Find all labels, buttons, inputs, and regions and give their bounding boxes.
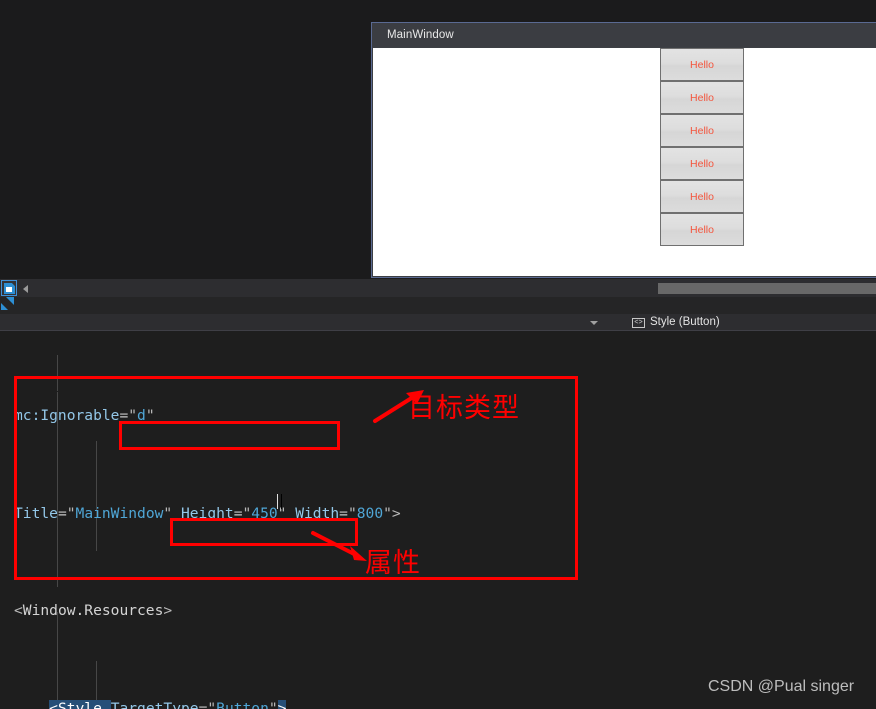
token-equals: = [57, 504, 67, 522]
preview-button-6[interactable]: Hello [660, 213, 744, 246]
token-quote: " [268, 700, 278, 709]
mainwindow-titlebar: MainWindow [372, 23, 876, 47]
token-value: Button [216, 700, 269, 709]
token-punct: < [49, 700, 58, 709]
chevron-down-icon[interactable] [590, 321, 598, 325]
preview-button-label: Hello [690, 91, 714, 104]
mainwindow-client-area: Hello Hello Hello Hello Hello Hello [373, 48, 876, 276]
token-attr: Width [295, 504, 340, 522]
token-quote: " [163, 504, 181, 522]
code-line[interactable]: mc:Ignorable="d" [0, 404, 876, 428]
token-quote: " [347, 504, 357, 522]
code-line[interactable]: <Window.Resources> [0, 599, 876, 623]
code-line[interactable]: <Style TargetType="Button"> [0, 697, 876, 709]
token-quote: " [207, 700, 217, 709]
token-value: MainWindow [75, 504, 164, 522]
preview-button-label: Hello [690, 157, 714, 170]
token-punct: > [163, 602, 173, 620]
code-line[interactable]: Title="MainWindow" Height="450" Width="8… [0, 502, 876, 526]
splitter-secondary-strip[interactable] [0, 297, 876, 314]
token-equals: = [339, 504, 348, 522]
token-value: 800 [356, 504, 384, 522]
designer-splitter-strip [0, 279, 876, 297]
token-attr: Title [14, 504, 58, 522]
arrow-up-right-icon [6, 297, 14, 305]
arrow-down-left-icon [1, 303, 8, 310]
mainwindow-title: MainWindow [387, 29, 454, 41]
token-equals: = [119, 407, 129, 425]
app-root: MainWindow Hello Hello Hello Hello Hello… [0, 0, 876, 709]
xaml-designer-surface[interactable]: MainWindow Hello Hello Hello Hello Hello… [0, 0, 876, 281]
token-quote: " [128, 407, 138, 425]
context-selector-label[interactable]: Style (Button) [650, 316, 720, 328]
token-quote: " [145, 407, 155, 425]
designer-horizontal-scrollbar[interactable] [33, 283, 876, 294]
editor-context-bar: <> Style (Button) [0, 314, 876, 331]
token-quote: " [277, 504, 296, 522]
code-lines[interactable]: mc:Ignorable="d" Title="MainWindow" Heig… [0, 331, 876, 709]
token-value: d [137, 407, 146, 425]
token-tag: Window.Resources [22, 602, 164, 620]
preview-button-5[interactable]: Hello [660, 180, 744, 213]
preview-button-label: Hello [690, 190, 714, 203]
preview-button-label: Hello [690, 223, 714, 236]
token-space [101, 700, 111, 709]
scroll-left-button[interactable] [19, 282, 32, 295]
split-pane-icon [4, 283, 15, 294]
token-attr: mc:Ignorable [14, 407, 120, 425]
token-tag: Style [57, 700, 102, 709]
chevron-left-icon [23, 285, 28, 293]
token-punct: > [391, 504, 401, 522]
stackpanel-container: Hello Hello Hello Hello Hello Hello [660, 48, 744, 246]
designer-pane-toggle-icon[interactable] [1, 280, 17, 296]
expand-collapse-icon[interactable] [1, 297, 15, 311]
token-value: 450 [251, 504, 278, 522]
preview-button-4[interactable]: Hello [660, 147, 744, 180]
token-attr: TargetType [110, 700, 199, 709]
token-punct: > [277, 700, 287, 709]
token-punct: < [14, 602, 23, 620]
token-equals: = [233, 504, 243, 522]
token-quote: " [383, 504, 392, 522]
preview-button-3[interactable]: Hello [660, 114, 744, 147]
preview-button-1[interactable]: Hello [660, 48, 744, 81]
token-attr: Height [180, 504, 234, 522]
token-quote: " [242, 504, 252, 522]
code-brackets-icon: <> [632, 318, 645, 328]
xaml-code-editor[interactable]: mc:Ignorable="d" Title="MainWindow" Heig… [0, 331, 876, 709]
token-quote: " [66, 504, 76, 522]
scrollbar-thumb[interactable] [658, 283, 876, 294]
preview-button-label: Hello [690, 58, 714, 71]
mainwindow-preview[interactable]: MainWindow Hello Hello Hello Hello Hello… [371, 22, 876, 278]
preview-button-2[interactable]: Hello [660, 81, 744, 114]
preview-button-label: Hello [690, 124, 714, 137]
